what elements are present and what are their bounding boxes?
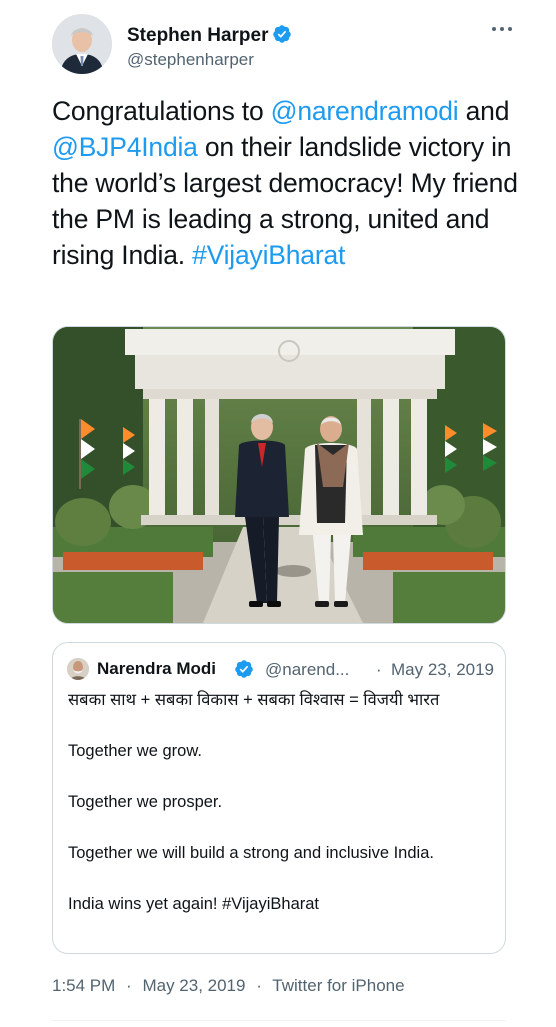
author-avatar[interactable]	[52, 14, 112, 74]
meta-separator: ·	[256, 976, 262, 995]
tweet-text-segment: and	[458, 96, 510, 126]
author-name-text: Stephen Harper	[127, 25, 269, 46]
tweet-time[interactable]: 1:54 PM	[52, 976, 115, 995]
quoted-date: May 23, 2019	[391, 660, 495, 679]
tweet-text: Congratulations to @narendramodi and @BJ…	[52, 93, 522, 273]
author-name[interactable]: Stephen Harper	[127, 24, 292, 50]
photo-image	[53, 327, 505, 623]
quoted-line: Together we will build a strong and incl…	[68, 844, 434, 862]
more-horizontal-icon[interactable]	[490, 20, 514, 38]
divider	[52, 1020, 506, 1021]
tweet-metadata: 1:54 PM · May 23, 2019 · Twitter for iPh…	[52, 976, 411, 996]
tweet-text-link[interactable]: #VijayiBharat	[192, 240, 345, 270]
quoted-line: India wins yet again! #VijayiBharat	[68, 895, 320, 913]
tweet-source[interactable]: Twitter for iPhone	[272, 976, 404, 995]
quoted-line: Together we prosper.	[68, 793, 223, 811]
tweet-text-link[interactable]: @narendramodi	[271, 96, 459, 126]
author-handle[interactable]: @stephenharper	[127, 50, 254, 70]
meta-separator: ·	[126, 976, 132, 995]
tweet-text-segment: Congratulations to	[52, 96, 271, 126]
verified-badge-icon	[272, 24, 292, 50]
quoted-tweet-text: सबका साथ + सबका विकास + सबका विश्वास = व…	[68, 688, 493, 917]
tweet-header: Stephen Harper @stephenharper	[52, 14, 512, 78]
tweet-date[interactable]: May 23, 2019	[142, 976, 245, 995]
tweet-text-link[interactable]: @BJP4India	[52, 132, 198, 162]
quoted-author-name: Narendra Modi	[97, 659, 217, 678]
quoted-separator: ·	[376, 660, 382, 679]
quoted-tweet[interactable]: Narendra Modi @narend... · May 23, 2019 …	[52, 642, 506, 954]
quoted-line: सबका साथ + सबका विकास + सबका विश्वास = व…	[68, 691, 440, 709]
quoted-verified-badge-icon	[234, 659, 254, 684]
quoted-author-avatar	[67, 658, 89, 680]
tweet-photo[interactable]	[52, 326, 506, 624]
quoted-line: Together we grow.	[68, 742, 202, 760]
quoted-tweet-header: Narendra Modi @narend... · May 23, 2019	[67, 657, 497, 681]
quoted-author-handle: @narend...	[265, 660, 350, 679]
